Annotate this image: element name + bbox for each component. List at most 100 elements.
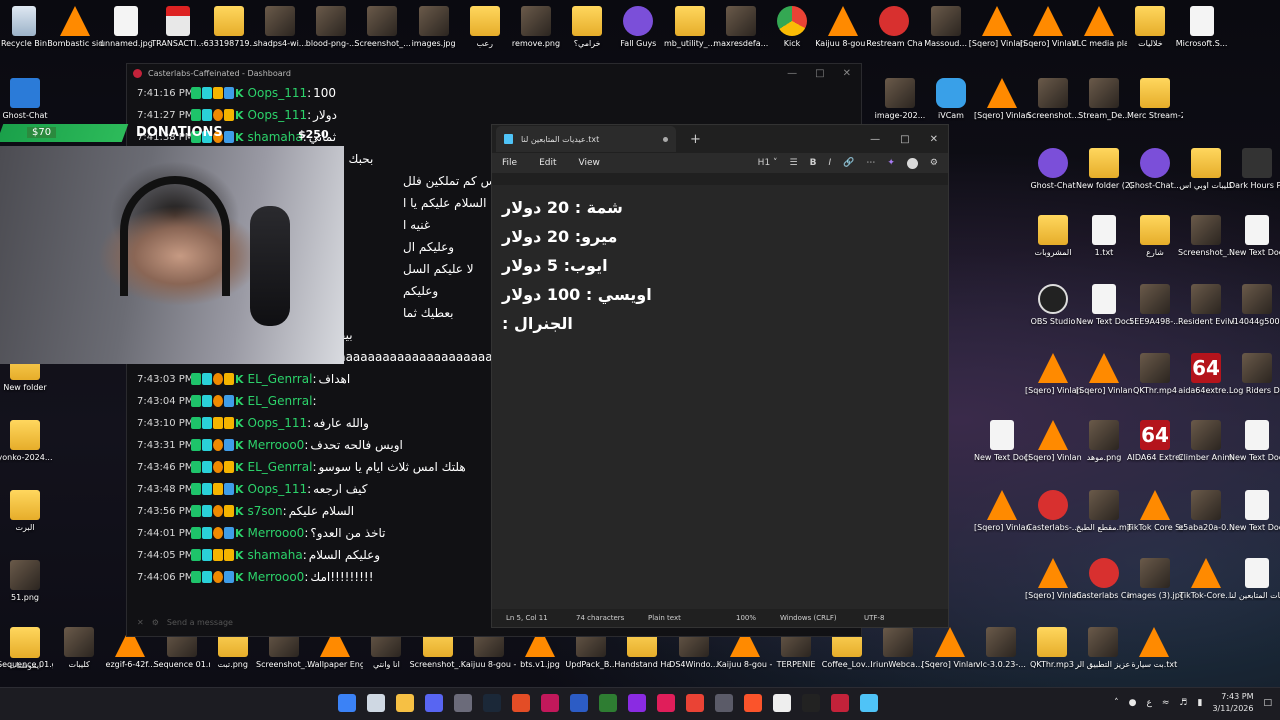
minimize-icon[interactable]: — xyxy=(787,68,797,79)
desktop-icon[interactable]: Restream Chat xyxy=(866,6,922,49)
notepad-tabbar[interactable]: عيديات المتابعين لنا.txt + — □ ✕ xyxy=(492,125,948,153)
unsaved-dot-icon[interactable] xyxy=(663,136,668,142)
maximize-icon[interactable]: □ xyxy=(900,134,909,145)
battery-icon[interactable]: ▮ xyxy=(1198,698,1203,708)
desktop-icon[interactable]: Climber Anima... xyxy=(1178,420,1234,463)
menu-edit[interactable]: Edit xyxy=(539,158,556,168)
taskbar-app-icon[interactable] xyxy=(541,694,559,712)
editor-line[interactable]: الجنرال : xyxy=(502,309,948,338)
desktop-icon[interactable]: QKThr.mp3 xyxy=(1024,627,1080,670)
notepad-menubar[interactable]: File Edit View H1 ˅ ☰ B I 🔗 ⋯ ✦ ⚙ xyxy=(492,153,948,173)
desktop-icon[interactable]: Ghost-Chat xyxy=(1025,148,1081,191)
close-icon[interactable]: ✕ xyxy=(930,134,938,145)
chat-username[interactable]: shamaha xyxy=(248,548,303,562)
desktop-icon[interactable]: [Sqero] Vinland Sa... xyxy=(922,627,978,670)
desktop-icon[interactable]: Kaijuu 8-gou - 05 (4K).mp4 xyxy=(815,6,871,49)
desktop-icon[interactable]: عيديات المتابعين لنا xyxy=(1229,558,1280,601)
desktop-icon[interactable]: البرت xyxy=(0,490,53,533)
desktop-icon[interactable]: Log Riders Demo xyxy=(1229,353,1280,396)
maximize-icon[interactable]: □ xyxy=(815,68,824,79)
desktop-icon[interactable]: v14044g500... xyxy=(1229,284,1280,327)
chat-username[interactable]: Oops_111 xyxy=(248,86,308,100)
caster-titlebar[interactable]: Casterlabs-Caffeinated - Dashboard — □ ✕ xyxy=(127,64,861,82)
desktop-icon[interactable]: كليبات xyxy=(51,627,107,670)
chat-username[interactable]: Merrooo0 xyxy=(248,438,305,452)
desktop-icon[interactable]: [Sqero] Vinland Sa... xyxy=(974,490,1030,533)
chat-username[interactable]: Merrooo0 xyxy=(248,570,305,584)
notifications-icon[interactable]: □ xyxy=(1263,698,1272,708)
menu-view[interactable]: View xyxy=(579,158,600,168)
desktop-icon[interactable]: maxresdefa... xyxy=(713,6,769,49)
desktop-icon[interactable]: [Sqero] Vinland Sa... xyxy=(1025,420,1081,463)
chat-input-bar[interactable]: ✕ ⚙ Send a message xyxy=(137,614,487,630)
desktop-icon[interactable]: TRANSACTI... xyxy=(150,6,206,49)
taskbar-app-icon[interactable] xyxy=(860,694,878,712)
desktop-icon[interactable]: المشروبات xyxy=(1025,215,1081,258)
desktop-icon[interactable]: -633198719... xyxy=(201,6,257,49)
link-icon[interactable]: 🔗 xyxy=(843,158,854,168)
desktop-icon[interactable]: TikTok-Core... xyxy=(1178,558,1234,601)
taskbar-app-icon[interactable] xyxy=(512,694,530,712)
desktop-icon[interactable]: Microsoft.S... xyxy=(1174,6,1230,49)
desktop-icon[interactable]: شارع xyxy=(1127,215,1183,258)
desktop-icon[interactable]: Recycle Bin xyxy=(0,6,52,49)
chat-username[interactable]: Oops_111 xyxy=(248,108,308,122)
desktop-icon[interactable]: Casterlabs-... xyxy=(1025,490,1081,533)
desktop-icon[interactable]: 64 aida64extre... xyxy=(1178,353,1234,396)
desktop-icon[interactable]: New Text Docume... xyxy=(974,420,1030,463)
desktop-icon[interactable]: Dark Hours Prologue xyxy=(1229,148,1280,191)
desktop-icon[interactable]: 64 AIDA64 Extreme xyxy=(1127,420,1183,463)
desktop-icon[interactable]: خلاليات xyxy=(1122,6,1178,49)
language-indicator[interactable]: ع xyxy=(1147,698,1152,708)
desktop-icon[interactable]: remove.png xyxy=(508,6,564,49)
desktop-icon[interactable]: vlc-3.0.23-... xyxy=(973,627,1029,670)
desktop-icon[interactable]: New Text Docume... xyxy=(1229,215,1280,258)
desktop-icon[interactable]: TikTok Core Sound Eff... xyxy=(1127,490,1183,533)
taskbar-app-icon[interactable] xyxy=(773,694,791,712)
desktop-icon[interactable]: IriunWebca... (1).exe xyxy=(870,627,926,670)
desktop-icon[interactable]: shadps4-wi... xyxy=(252,6,308,49)
avatar[interactable] xyxy=(906,157,918,169)
desktop-icon[interactable]: images.jpg xyxy=(406,6,462,49)
taskbar-app-icon[interactable] xyxy=(744,694,762,712)
desktop-icon[interactable]: [Sqero] Vinland Sa... xyxy=(974,78,1030,121)
desktop-icon[interactable]: Bombastic side eye - ... xyxy=(47,6,103,49)
desktop-icon[interactable]: 51.png xyxy=(0,560,53,603)
desktop-icon[interactable]: Screenshot... xyxy=(1025,78,1081,121)
desktop-icon[interactable]: مقطع الطبخ.mp4 xyxy=(1076,490,1132,533)
desktop-icon[interactable]: yonko-2024... xyxy=(0,420,53,463)
desktop-icon[interactable]: New Text Docume... xyxy=(1229,490,1280,533)
taskbar-app-icon[interactable] xyxy=(454,694,472,712)
chat-username[interactable]: Oops_111 xyxy=(248,416,308,430)
chat-message[interactable]: 7:41:16 PM K Oops_111:100 xyxy=(137,82,617,104)
desktop-icon[interactable]: New Text Docume... xyxy=(1229,420,1280,463)
desktop-icon[interactable]: Merc Stream-202... xyxy=(1127,78,1183,121)
taskbar-app-icon[interactable] xyxy=(570,694,588,712)
desktop-icon[interactable]: خرامي؟ xyxy=(559,6,615,49)
notepad-tab[interactable]: عيديات المتابعين لنا.txt xyxy=(496,126,676,152)
desktop-icon[interactable]: 1.txt xyxy=(1076,215,1132,258)
taskbar-app-icon[interactable] xyxy=(802,694,820,712)
line-endings[interactable]: Windows (CRLF) xyxy=(780,614,864,622)
chat-message[interactable]: 7:41:27 PM K Oops_111: دولار xyxy=(137,104,617,126)
desktop-icon[interactable]: Screenshot_... xyxy=(1178,215,1234,258)
desktop-icon[interactable]: VLC media player xyxy=(1071,6,1127,49)
close-icon[interactable]: ✕ xyxy=(137,618,144,627)
desktop-icon[interactable]: Ghost-Chat xyxy=(0,78,53,121)
taskbar-app-icon[interactable] xyxy=(338,694,356,712)
desktop-icon[interactable]: [Sqero] Vinland Sa... xyxy=(1025,353,1081,396)
desktop-icon[interactable]: images (3).jpg xyxy=(1127,558,1183,601)
desktop-icon[interactable]: رعب xyxy=(457,6,513,49)
heading-dropdown[interactable]: H1 ˅ xyxy=(758,158,778,168)
taskbar-app-icon[interactable] xyxy=(367,694,385,712)
notepad-window[interactable]: عيديات المتابعين لنا.txt + — □ ✕ File Ed… xyxy=(491,124,949,628)
editor-line[interactable]: شمة : 20 دولار xyxy=(502,193,948,222)
taskbar-app-icon[interactable] xyxy=(483,694,501,712)
copilot-icon[interactable]: ✦ xyxy=(887,158,895,168)
taskbar-app-icon[interactable] xyxy=(657,694,675,712)
desktop-icon[interactable]: بت سيارة.txt xyxy=(1126,627,1182,670)
list-icon[interactable]: ☰ xyxy=(790,158,798,168)
zoom-level[interactable]: 100% xyxy=(736,614,780,622)
minimize-icon[interactable]: — xyxy=(870,134,880,145)
desktop-icon[interactable]: unnamed.jpg xyxy=(98,6,154,49)
